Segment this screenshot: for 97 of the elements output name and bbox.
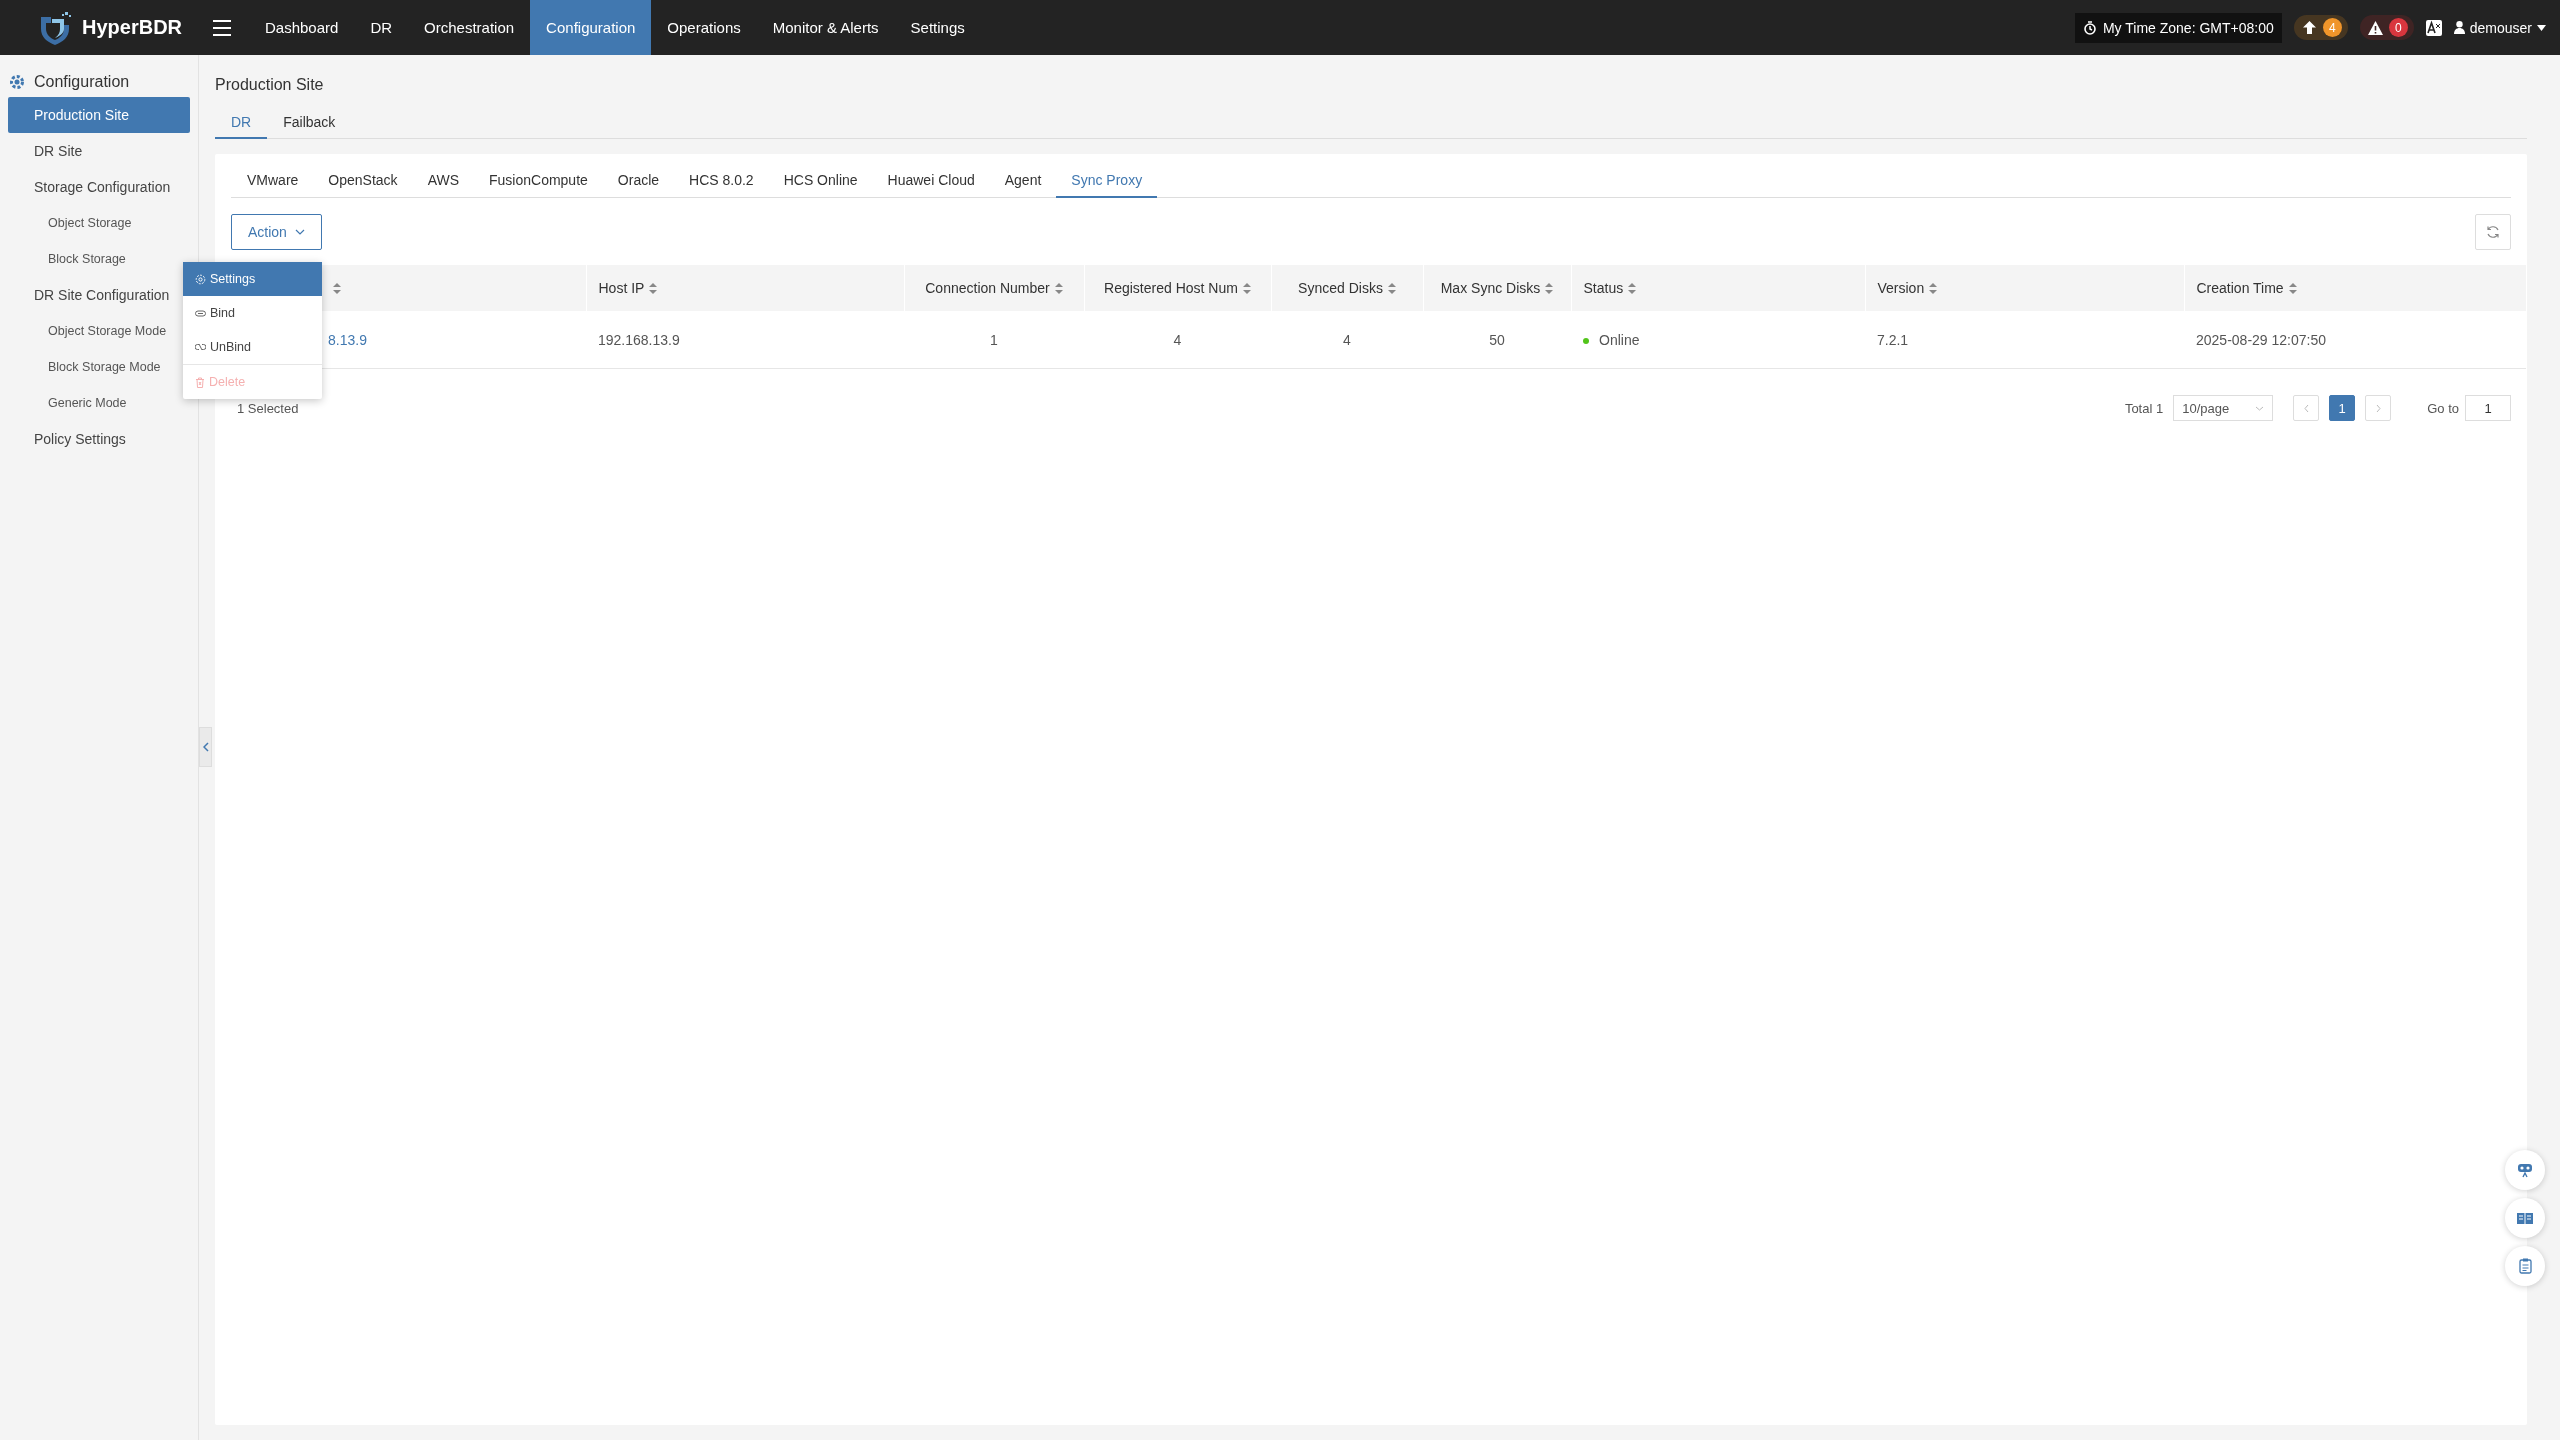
- tab[interactable]: DR: [215, 106, 268, 139]
- sort-icon[interactable]: [1929, 282, 1938, 294]
- user-icon: [2453, 21, 2465, 34]
- status-dot: [1583, 337, 1589, 344]
- sort-icon[interactable]: [1628, 282, 1637, 294]
- column-header: Connection Number: [925, 280, 1050, 296]
- caret-icon: [2537, 24, 2546, 31]
- stopwatch-icon: [2082, 20, 2097, 35]
- page-size-select[interactable]: 10/page: [2173, 395, 2274, 421]
- sidebar-title: Configuration: [34, 73, 130, 91]
- sidebar-item[interactable]: Object Storage: [8, 205, 190, 241]
- sidebar-item[interactable]: Policy Settings: [8, 421, 190, 457]
- menu-icon[interactable]: [213, 19, 231, 36]
- table-cell: 4: [1343, 331, 1351, 348]
- menu-item[interactable]: Bind: [183, 296, 322, 330]
- tab[interactable]: Failback: [267, 106, 352, 139]
- count-badge: 4: [2322, 18, 2342, 37]
- refresh-icon: [2486, 225, 2500, 239]
- sort-icon[interactable]: [1545, 282, 1554, 294]
- guide-button[interactable]: [2505, 1198, 2545, 1238]
- link-icon: [195, 309, 206, 317]
- column-header: Host IP: [598, 280, 645, 296]
- nav-tab[interactable]: Configuration: [530, 0, 652, 55]
- sort-icon[interactable]: [1387, 282, 1396, 294]
- warning-icon: [2367, 20, 2383, 35]
- clipboard-icon: [2518, 1258, 2532, 1274]
- chevron-left-icon: [2303, 403, 2309, 413]
- nav-tab[interactable]: DR: [354, 0, 409, 55]
- table-cell: 192.168.13.9: [598, 331, 680, 348]
- column-header: Synced Disks: [1298, 280, 1383, 296]
- robot-button[interactable]: [2505, 1150, 2545, 1190]
- nav-tab[interactable]: Orchestration: [408, 0, 531, 55]
- user-name: demouser: [2469, 19, 2532, 36]
- chevron-left-icon: [202, 742, 209, 752]
- table-cell: 50: [1489, 331, 1505, 348]
- alert-button[interactable]: 0: [2359, 15, 2414, 40]
- platform-tab[interactable]: Huawei Cloud: [872, 164, 990, 198]
- column-header: Status: [1583, 280, 1624, 296]
- nav-tab[interactable]: Dashboard: [249, 0, 355, 55]
- chevron-down-icon: [2255, 405, 2265, 411]
- sidebar-item[interactable]: Storage Configuration: [8, 169, 190, 205]
- page-number-field[interactable]: 1: [2465, 395, 2511, 421]
- clipboard-button[interactable]: [2505, 1246, 2545, 1286]
- platform-tab[interactable]: Oracle: [602, 164, 675, 198]
- sort-icon[interactable]: [1054, 282, 1063, 294]
- platform-tab[interactable]: Sync Proxy: [1056, 164, 1158, 198]
- translate-icon[interactable]: [2425, 19, 2442, 36]
- refresh-button[interactable]: [2475, 214, 2511, 250]
- selection-count: 1 Selected: [236, 400, 299, 416]
- page-button[interactable]: 1: [2329, 395, 2356, 421]
- sidebar-item[interactable]: Production Site: [8, 97, 190, 133]
- table-cell: 7.2.1: [1877, 331, 1909, 348]
- menu-item[interactable]: UnBind: [183, 330, 322, 364]
- menu-item[interactable]: Settings: [183, 262, 322, 296]
- table-cell: 4: [1173, 331, 1182, 348]
- total-count: Total 1: [2124, 400, 2164, 416]
- gear-icon: [195, 273, 206, 285]
- column-header: Version: [1877, 280, 1925, 296]
- go-to-label: Go to: [2427, 400, 2459, 416]
- table-cell: 2025-08-29 12:07:50: [2196, 331, 2326, 348]
- app-logo-text: HyperBDR: [82, 16, 183, 39]
- count-badge: 0: [2388, 18, 2408, 37]
- platform-tab[interactable]: OpenStack: [313, 164, 413, 198]
- gear-icon: [8, 73, 26, 91]
- broken-link-icon: [195, 343, 206, 351]
- platform-tab[interactable]: HCS Online: [768, 164, 873, 198]
- table-cell: 1: [990, 331, 998, 348]
- platform-tab[interactable]: HCS 8.0.2: [674, 164, 769, 198]
- sort-icon[interactable]: [649, 282, 658, 294]
- column-header: Registered Host Num: [1104, 280, 1238, 296]
- chevron-down-icon: [294, 229, 305, 235]
- sort-icon[interactable]: [2288, 282, 2297, 294]
- collapse-handle[interactable]: [199, 727, 212, 767]
- nav-tab[interactable]: Operations: [651, 0, 757, 55]
- column-header: Creation Time: [2196, 280, 2284, 296]
- platform-tab[interactable]: FusionCompute: [474, 164, 603, 198]
- page-title: Production Site: [215, 76, 325, 94]
- action-button[interactable]: Action: [231, 214, 322, 250]
- shield-logo-icon: [38, 10, 72, 45]
- sidebar-item[interactable]: DR Site: [8, 133, 190, 169]
- nav-tab[interactable]: Monitor & Alerts: [756, 0, 895, 55]
- trash-icon: [195, 376, 205, 388]
- sort-icon[interactable]: [1242, 282, 1251, 294]
- user-menu[interactable]: demouser: [2453, 19, 2546, 36]
- robot-icon: [2517, 1162, 2533, 1178]
- timezone-display[interactable]: My Time Zone: GMT+08:00: [2074, 12, 2282, 43]
- platform-tab[interactable]: Agent: [989, 164, 1057, 198]
- platform-tab[interactable]: AWS: [412, 164, 474, 198]
- sort-icon[interactable]: [333, 282, 341, 294]
- host-link[interactable]: 8.13.9: [328, 331, 367, 348]
- column-header: Max Sync Disks: [1440, 280, 1541, 296]
- chevron-right-icon: [2375, 403, 2381, 413]
- status-text: Online: [1599, 331, 1640, 348]
- platform-tab[interactable]: VMware: [247, 164, 314, 198]
- book-icon: [2517, 1211, 2533, 1225]
- nav-tab[interactable]: Settings: [894, 0, 981, 55]
- arrow-up-icon: [2301, 20, 2317, 35]
